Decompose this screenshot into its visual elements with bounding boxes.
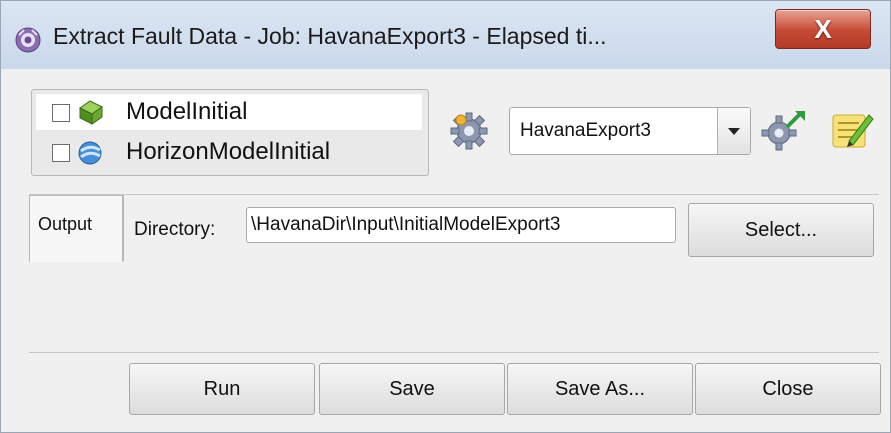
window-title: Extract Fault Data - Job: HavanaExport3 … (53, 23, 607, 49)
tree-item-label: HorizonModelInitial (126, 138, 331, 165)
directory-label: Directory: (134, 219, 216, 240)
close-button[interactable]: Close (695, 363, 881, 415)
app-logo-icon (15, 27, 41, 53)
close-icon: X (814, 14, 832, 44)
save-as-button[interactable]: Save As... (507, 363, 693, 415)
run-button[interactable]: Run (129, 363, 315, 415)
edit-notes-icon[interactable] (827, 107, 875, 153)
divider (29, 352, 879, 353)
title-bar[interactable]: Extract Fault Data - Job: HavanaExport3 … (1, 1, 890, 69)
tree-item-checkbox[interactable] (52, 104, 70, 122)
model-tree: ModelInitial HorizonModelInitial (31, 89, 429, 176)
chevron-down-icon[interactable] (717, 108, 750, 154)
tree-item-label: ModelInitial (126, 98, 248, 125)
tab-output[interactable]: Output (29, 195, 123, 262)
dialog-window: Extract Fault Data - Job: HavanaExport3 … (0, 0, 891, 433)
tab-panel: Output Directory: \HavanaDir\Input\Initi… (29, 194, 880, 353)
window-close-button[interactable]: X (775, 9, 871, 49)
tab-label: Output (38, 214, 93, 234)
gear-icon[interactable] (447, 109, 491, 153)
job-select-value: HavanaExport3 (520, 120, 651, 141)
job-select[interactable]: HavanaExport3 (509, 107, 751, 155)
save-button[interactable]: Save (319, 363, 505, 415)
tree-item-checkbox[interactable] (52, 144, 70, 162)
tree-item-horizonmodelinitial[interactable]: HorizonModelInitial (36, 134, 422, 170)
horizon-model-icon (78, 141, 102, 165)
select-directory-button[interactable]: Select... (688, 203, 874, 257)
gear-export-icon[interactable] (759, 107, 811, 153)
output-tab-content: Directory: \HavanaDir\Input\InitialModel… (123, 195, 880, 261)
tree-item-modelinitial[interactable]: ModelInitial (36, 94, 422, 130)
directory-input[interactable]: \HavanaDir\Input\InitialModelExport3 (246, 207, 676, 243)
model-cube-icon (79, 100, 103, 125)
